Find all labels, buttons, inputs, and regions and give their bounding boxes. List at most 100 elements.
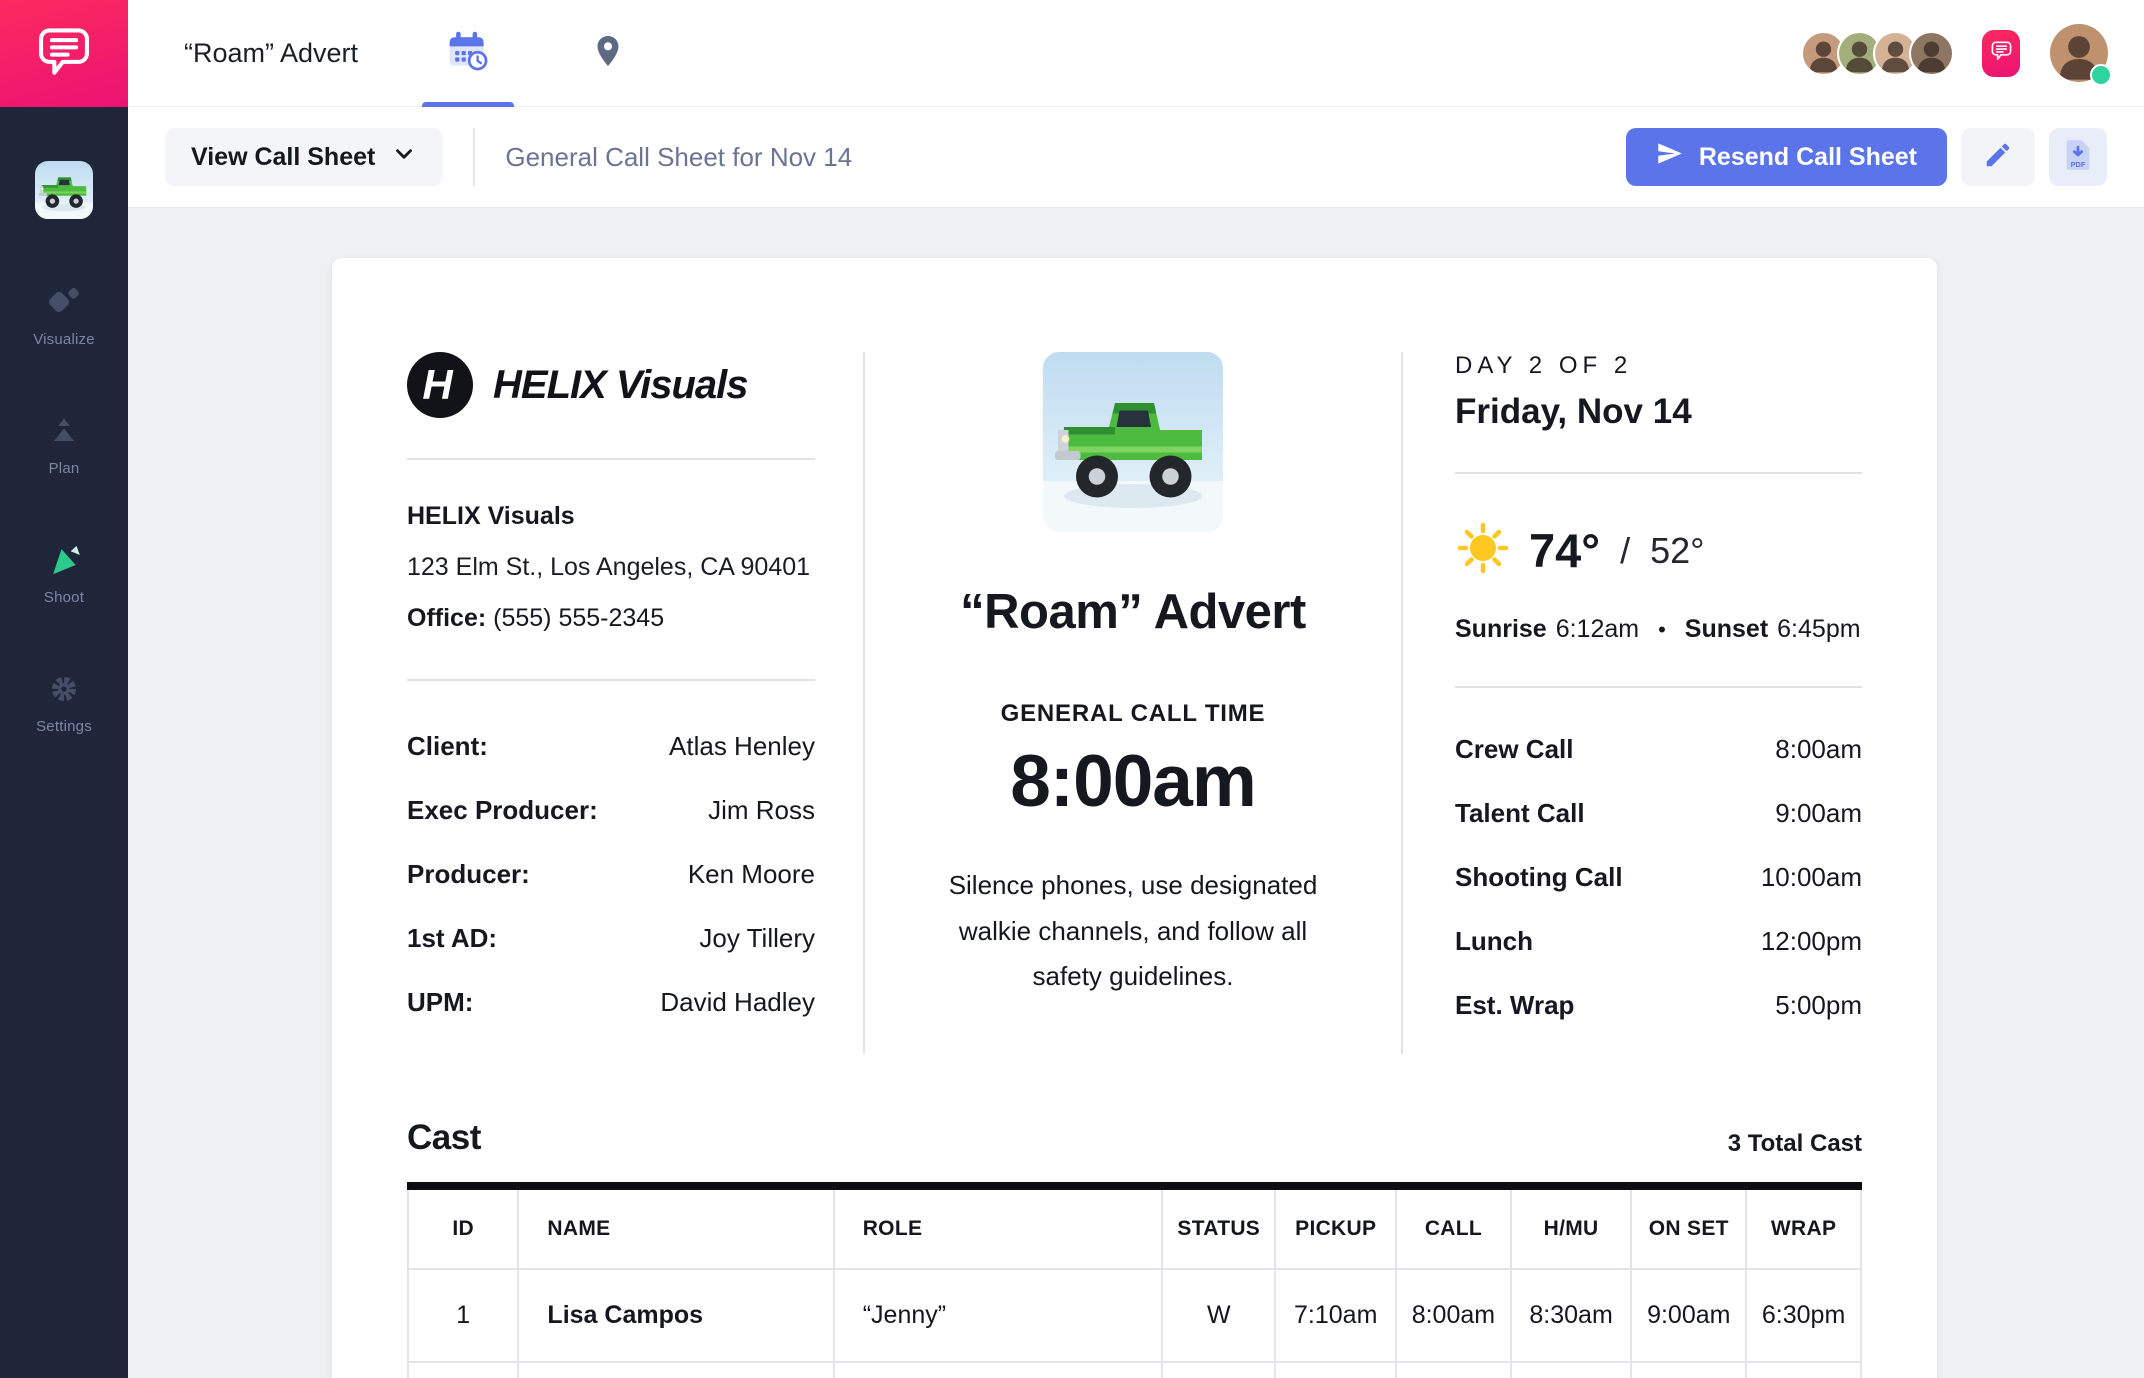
sidebar-item-shoot[interactable]: Shoot xyxy=(0,539,128,606)
resend-call-sheet-button[interactable]: Resend Call Sheet xyxy=(1626,128,1947,186)
company-address: 123 Elm St., Los Angeles, CA 90401 xyxy=(407,553,815,582)
crew-row: Producer:Ken Moore xyxy=(407,859,815,890)
speech-bubble-icon xyxy=(1990,39,2013,67)
cast-hmu: 8:30am xyxy=(1511,1269,1632,1362)
project-hero-image xyxy=(1043,352,1223,532)
general-call-time: 8:00am xyxy=(905,740,1361,823)
cast-id: 1 xyxy=(408,1269,518,1362)
sunrise-label: Sunrise xyxy=(1455,615,1547,644)
app-logo[interactable] xyxy=(0,0,128,107)
pencil-icon xyxy=(1983,140,2013,175)
column-header-pickup: PICKUP xyxy=(1275,1186,1396,1269)
cast-onset: 9:15am xyxy=(1631,1362,1746,1378)
schedule-time: 10:00am xyxy=(1761,862,1862,893)
column-header-name: NAME xyxy=(518,1186,833,1269)
sidebar: Visualize Plan Shoot xyxy=(0,107,128,1378)
divider xyxy=(407,679,815,681)
schedule-time: 8:00am xyxy=(1775,734,1862,765)
view-call-sheet-dropdown[interactable]: View Call Sheet xyxy=(165,128,443,186)
cast-id: 2 xyxy=(408,1362,518,1378)
crew-label: UPM: xyxy=(407,987,473,1018)
sidebar-item-settings[interactable]: Settings xyxy=(0,668,128,735)
general-call-column: “Roam” Advert GENERAL CALL TIME 8:00am S… xyxy=(863,352,1403,1054)
call-sheet-toolbar: View Call Sheet General Call Sheet for N… xyxy=(128,107,2144,208)
shoot-icon xyxy=(43,539,85,581)
schedule-label: Crew Call xyxy=(1455,734,1574,765)
schedule-row: Lunch12:00pm xyxy=(1455,926,1862,957)
svg-text:PDF: PDF xyxy=(2071,160,2086,169)
call-sheet-card: H HELIX Visuals HELIX Visuals 123 Elm St… xyxy=(332,258,1937,1378)
crew-label: Client: xyxy=(407,731,488,762)
schedule-label: Est. Wrap xyxy=(1455,990,1574,1021)
schedule-row: Talent Call9:00am xyxy=(1455,798,1862,829)
cast-role: “Jenny” xyxy=(834,1269,1162,1362)
temperature-separator: / xyxy=(1620,530,1630,572)
project-title: “Roam” Advert xyxy=(184,38,358,69)
crew-value: David Hadley xyxy=(660,987,815,1018)
toolbar-divider xyxy=(473,128,475,186)
sidebar-item-visualize[interactable]: Visualize xyxy=(0,281,128,348)
plan-icon xyxy=(43,410,85,452)
cast-wrap: 6:30pm xyxy=(1746,1269,1861,1362)
cast-table: ID NAME ROLE STATUS PICKUP CALL H/MU ON … xyxy=(407,1182,1862,1378)
schedule-label: Shooting Call xyxy=(1455,862,1623,893)
cast-role: “Valerie” xyxy=(834,1362,1162,1378)
general-call-label: GENERAL CALL TIME xyxy=(905,700,1361,728)
cast-section-header: Cast 3 Total Cast xyxy=(407,1118,1862,1158)
sunrise-sunset: Sunrise 6:12am • Sunset 6:45pm xyxy=(1455,615,1862,644)
crew-value: Ken Moore xyxy=(688,859,815,890)
company-logo-text: HELIX Visuals xyxy=(493,363,748,408)
company-logo: H HELIX Visuals xyxy=(407,352,815,418)
crew-label: 1st AD: xyxy=(407,923,497,954)
schedule-row: Crew Call 8:00am xyxy=(1455,734,1862,765)
download-pdf-button[interactable]: PDF xyxy=(2049,128,2107,186)
crew-row: Client: Atlas Henley xyxy=(407,731,815,762)
location-pin-icon xyxy=(590,33,626,74)
sidebar-item-label: Settings xyxy=(36,718,92,735)
brand-chip-button[interactable] xyxy=(1982,30,2020,77)
project-thumbnail[interactable] xyxy=(35,161,93,219)
company-office: Office: (555) 555-2345 xyxy=(407,604,815,633)
cast-table-row[interactable]: 2 Julian Merritt “Valerie” SW 7:30am 8:2… xyxy=(408,1362,1861,1378)
cast-call: 8:20am xyxy=(1396,1362,1511,1378)
cast-name: Lisa Campos xyxy=(518,1269,833,1362)
crew-row: UPM: David Hadley xyxy=(407,987,815,1018)
call-sheet-header-columns: H HELIX Visuals HELIX Visuals 123 Elm St… xyxy=(407,352,1862,1054)
sheet-title: General Call Sheet for Nov 14 xyxy=(505,142,852,173)
send-icon xyxy=(1656,140,1683,174)
cast-status: W xyxy=(1162,1269,1275,1362)
tab-call-sheet[interactable] xyxy=(422,0,514,107)
sunset-time: 6:45pm xyxy=(1777,615,1860,644)
schedule-time: 5:00pm xyxy=(1775,990,1862,1021)
company-name: HELIX Visuals xyxy=(407,502,815,531)
sunset-label: Sunset xyxy=(1685,615,1768,644)
schedule-time: 12:00pm xyxy=(1761,926,1862,957)
team-avatar[interactable] xyxy=(1909,31,1954,76)
cast-call: 8:00am xyxy=(1396,1269,1511,1362)
profile-menu[interactable] xyxy=(2050,24,2108,82)
schedule-row: Shooting Call 10:00am xyxy=(1455,862,1862,893)
edit-call-sheet-button[interactable] xyxy=(1961,128,2035,186)
weather: 74° / 52° xyxy=(1455,520,1862,581)
sunrise-time: 6:12am xyxy=(1556,615,1639,644)
dot-separator: • xyxy=(1658,617,1666,643)
cast-status: SW xyxy=(1162,1362,1275,1378)
day-label: DAY 2 OF 2 xyxy=(1455,352,1862,380)
toolbar-actions: Resend Call Sheet xyxy=(1626,128,2107,186)
sidebar-item-plan[interactable]: Plan xyxy=(0,410,128,477)
tab-locations[interactable] xyxy=(562,0,654,107)
settings-icon xyxy=(43,668,85,710)
crew-value: Atlas Henley xyxy=(669,731,815,762)
call-sheet-note: Silence phones, use designated walkie ch… xyxy=(905,863,1361,1000)
content-area: H HELIX Visuals HELIX Visuals 123 Elm St… xyxy=(128,208,2144,1378)
cast-table-row[interactable]: 1 Lisa Campos “Jenny” W 7:10am 8:00am 8:… xyxy=(408,1269,1861,1362)
chevron-down-icon xyxy=(391,141,417,174)
crew-value: Joy Tillery xyxy=(699,923,815,954)
production-column: H HELIX Visuals HELIX Visuals 123 Elm St… xyxy=(407,352,863,1054)
cast-pickup: 7:10am xyxy=(1275,1269,1396,1362)
schedule-label: Talent Call xyxy=(1455,798,1585,829)
speech-bubble-icon xyxy=(35,22,93,85)
crew-row: 1st AD: Joy Tillery xyxy=(407,923,815,954)
topbar-right-group xyxy=(1801,24,2108,82)
cast-wrap: 6:30pm xyxy=(1746,1362,1861,1378)
